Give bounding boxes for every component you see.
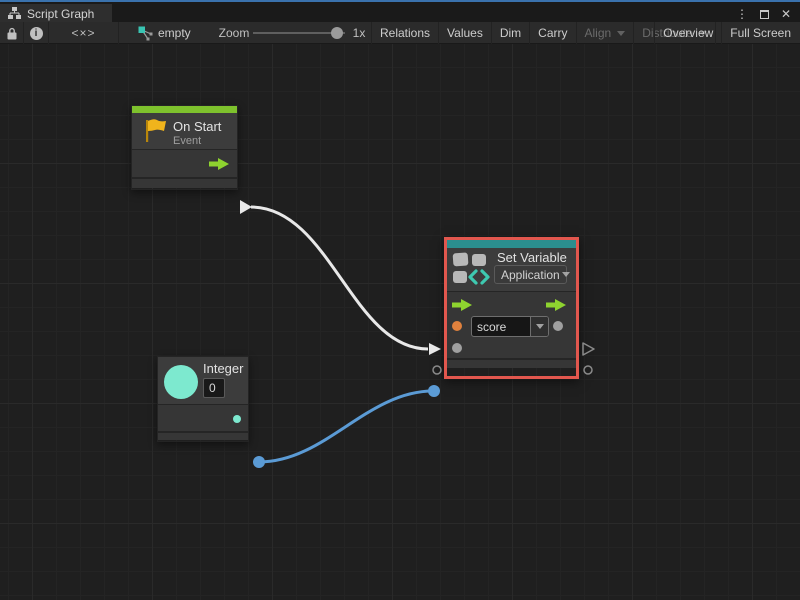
chevron-down-icon	[536, 324, 544, 329]
zoom-slider-knob[interactable]	[331, 27, 343, 39]
info-button[interactable]: i	[24, 22, 49, 44]
zoom-value: 1x	[347, 22, 371, 44]
value-wire-end-cap	[428, 385, 440, 397]
window-maximize-icon[interactable]	[756, 5, 772, 23]
value-output-port[interactable]	[553, 321, 563, 331]
align-dropdown[interactable]: Align	[577, 22, 635, 44]
integer-output-port[interactable]	[233, 415, 241, 423]
variable-name-port[interactable]	[452, 321, 462, 331]
overview-button[interactable]: Overview	[655, 22, 722, 44]
flow-wire-start-cap	[240, 200, 252, 214]
code-icon: <×>	[71, 26, 95, 40]
set-variable-icon	[452, 250, 492, 288]
graph-breadcrumb[interactable]: empty	[132, 22, 202, 44]
flow-wire[interactable]	[251, 207, 428, 349]
flow-output-port[interactable]	[546, 299, 566, 311]
script-graph-window: Script Graph ⋮ ✕ i <×>	[0, 0, 800, 600]
event-accent-bar	[132, 106, 237, 113]
chevron-down-icon	[617, 31, 625, 36]
tab-title: Script Graph	[27, 7, 94, 21]
tab-bar: Script Graph ⋮ ✕	[0, 0, 800, 22]
lock-button[interactable]	[0, 22, 24, 44]
window-menu-icon[interactable]: ⋮	[734, 5, 750, 23]
zoom-slider-track[interactable]	[253, 32, 345, 34]
tab-script-graph[interactable]: Script Graph	[0, 4, 112, 24]
integer-value-input[interactable]	[204, 379, 224, 397]
graph-toolbar: i <×> empty Zoom 1x Relations Values Dim…	[0, 22, 800, 44]
zoom-to-fit-button[interactable]: <×>	[49, 22, 119, 44]
unconnected-input-hint-circle	[433, 366, 441, 374]
window-close-icon[interactable]: ✕	[778, 5, 794, 23]
integer-type-icon	[164, 365, 198, 399]
wires-layer	[0, 88, 800, 600]
flow-output-port[interactable]	[209, 158, 229, 170]
integer-value-field[interactable]	[203, 378, 225, 398]
carry-button[interactable]: Carry	[530, 22, 576, 44]
chevron-down-icon	[562, 272, 570, 277]
variable-name-dropdown-button[interactable]	[530, 317, 548, 336]
dim-button[interactable]: Dim	[492, 22, 530, 44]
graph-canvas[interactable]: On Start Event Integer	[0, 44, 800, 600]
node-title: Integer	[203, 361, 243, 376]
relations-button[interactable]: Relations	[372, 22, 439, 44]
variable-accent-bar	[447, 240, 576, 248]
lock-icon	[6, 27, 18, 40]
zoom-slider[interactable]	[253, 22, 345, 44]
variable-name-field[interactable]	[471, 316, 549, 337]
value-wire-start-cap	[253, 456, 265, 468]
node-on-start[interactable]: On Start Event	[131, 105, 238, 190]
variable-name-input[interactable]	[472, 317, 530, 336]
graph-tab-icon	[8, 7, 21, 22]
flow-wire-arrowhead	[429, 343, 441, 355]
node-set-variable[interactable]: Set Variable Application	[444, 237, 579, 379]
flow-input-port[interactable]	[452, 299, 472, 311]
values-button[interactable]: Values	[439, 22, 492, 44]
flag-icon	[143, 118, 169, 144]
breadcrumb-label: empty	[158, 26, 191, 40]
variable-scope-dropdown[interactable]: Application	[494, 265, 567, 284]
unconnected-output-hint-circle	[584, 366, 592, 374]
info-icon: i	[30, 27, 43, 40]
unconnected-flow-hint-triangle	[583, 343, 594, 355]
value-input-port[interactable]	[452, 343, 462, 353]
zoom-label: Zoom	[214, 22, 254, 44]
fullscreen-button[interactable]: Full Screen	[722, 22, 799, 44]
node-subtitle: Event	[173, 135, 201, 147]
value-wire[interactable]	[259, 391, 433, 462]
node-title: Set Variable	[497, 250, 567, 265]
node-title: On Start	[173, 119, 221, 134]
node-integer[interactable]: Integer	[157, 356, 249, 442]
graph-icon	[138, 26, 153, 41]
